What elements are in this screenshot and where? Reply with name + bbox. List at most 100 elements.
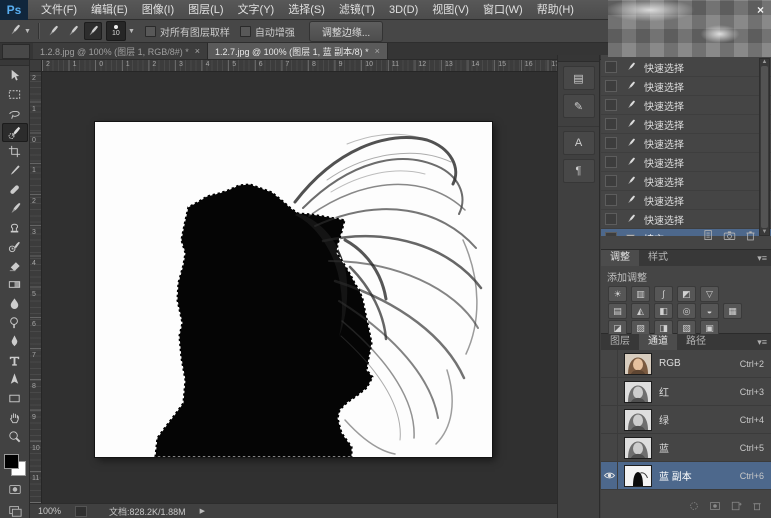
delete-channel-button[interactable] — [751, 499, 763, 517]
exposure-adjustment-button[interactable]: ◩ — [677, 286, 696, 302]
dodge-tool[interactable] — [2, 313, 28, 332]
tab-close-icon[interactable]: × — [195, 46, 200, 56]
history-state-0[interactable]: 快速选择 — [601, 58, 771, 77]
visibility-toggle[interactable] — [601, 462, 618, 489]
history-brush-tool[interactable] — [2, 237, 28, 256]
history-source-checkbox[interactable] — [605, 213, 617, 225]
zoom-tool[interactable] — [2, 427, 28, 446]
scroll-down-icon[interactable]: ▼ — [762, 229, 768, 235]
zoom-level[interactable]: 100% — [38, 506, 61, 516]
menu-item-4[interactable]: 文字(Y) — [231, 0, 282, 20]
clone-stamp-tool[interactable] — [2, 218, 28, 237]
new-snapshot-button[interactable] — [723, 229, 736, 247]
menu-item-0[interactable]: 文件(F) — [34, 0, 84, 20]
menu-item-5[interactable]: 选择(S) — [281, 0, 332, 20]
history-state-7[interactable]: 快速选择 — [601, 191, 771, 210]
history-source-checkbox[interactable] — [605, 175, 617, 187]
hand-tool[interactable] — [2, 408, 28, 427]
document-image[interactable] — [95, 122, 492, 457]
black-white-adjustment-button[interactable]: ◧ — [654, 303, 673, 319]
canvas-viewport[interactable] — [42, 72, 557, 503]
adjustments-tab-other[interactable]: 样式 — [639, 250, 677, 266]
subtract-from-selection-button[interactable] — [84, 22, 102, 40]
dock-grip[interactable] — [558, 55, 599, 62]
menu-item-10[interactable]: 帮助(H) — [530, 0, 581, 20]
levels-adjustment-button[interactable]: ▥ — [631, 286, 650, 302]
history-source-checkbox[interactable] — [605, 232, 617, 236]
auto-enhance-checkbox[interactable]: 自动增强 — [240, 24, 295, 39]
paragraph-panel-icon[interactable]: ¶ — [563, 159, 595, 183]
pen-tool[interactable] — [2, 332, 28, 351]
panel-tab-通道[interactable]: 通道 — [639, 334, 677, 350]
new-selection-button[interactable] — [44, 22, 62, 40]
history-source-checkbox[interactable] — [605, 118, 617, 130]
curves-adjustment-button[interactable]: ∫ — [654, 286, 673, 302]
panel-tab-路径[interactable]: 路径 — [677, 334, 715, 350]
save-selection-as-channel-button[interactable] — [709, 499, 721, 517]
eyedropper-tool[interactable] — [2, 161, 28, 180]
type-tool[interactable] — [2, 351, 28, 370]
lasso-tool[interactable] — [2, 104, 28, 123]
panel-tab-图层[interactable]: 图层 — [601, 334, 639, 350]
history-state-1[interactable]: 快速选择 — [601, 77, 771, 96]
channel-mixer-adjustment-button[interactable]: ◒ — [700, 303, 719, 319]
character-panel-icon[interactable]: A — [563, 131, 595, 155]
brightness-contrast-adjustment-button[interactable]: ☀ — [608, 286, 627, 302]
new-doc-from-state-button[interactable] — [702, 229, 715, 247]
screen-mode-button[interactable] — [2, 502, 28, 518]
crop-tool[interactable] — [2, 142, 28, 161]
ruler-corner[interactable] — [30, 60, 42, 72]
history-source-checkbox[interactable] — [605, 194, 617, 206]
brush-size-widget[interactable]: 10 ▼ — [106, 21, 135, 41]
panel-menu-icon[interactable]: ▾≡ — [757, 337, 767, 348]
load-selection-button[interactable] — [688, 499, 700, 517]
history-scrollbar[interactable]: ▲ ▼ — [759, 58, 770, 236]
history-source-checkbox[interactable] — [605, 99, 617, 111]
history-state-4[interactable]: 快速选择 — [601, 134, 771, 153]
path-selection-tool[interactable] — [2, 370, 28, 389]
visibility-toggle[interactable] — [601, 350, 618, 377]
tab-close-icon[interactable]: × — [375, 46, 380, 56]
delete-state-button[interactable] — [744, 229, 757, 247]
refine-edge-button[interactable]: 调整边缘... — [309, 21, 383, 42]
history-state-8[interactable]: 快速选择 — [601, 210, 771, 229]
add-to-selection-button[interactable] — [64, 22, 82, 40]
visibility-toggle[interactable] — [601, 378, 618, 405]
brush-tool[interactable] — [2, 199, 28, 218]
checkbox-icon[interactable] — [240, 26, 251, 37]
move-tool[interactable] — [2, 66, 28, 85]
gradient-tool[interactable] — [2, 275, 28, 294]
new-channel-button[interactable] — [730, 499, 742, 517]
rectangle-shape-tool[interactable] — [2, 389, 28, 408]
channel-row-1[interactable]: 红Ctrl+3 — [601, 378, 771, 406]
blur-tool[interactable] — [2, 294, 28, 313]
color-lookup-adjustment-button[interactable]: ▦ — [723, 303, 742, 319]
history-state-6[interactable]: 快速选择 — [601, 172, 771, 191]
document-size-info[interactable]: 文档:828.2K/1.88M — [109, 505, 186, 518]
channel-row-2[interactable]: 绿Ctrl+4 — [601, 406, 771, 434]
tool-preset-picker[interactable]: ▼ — [6, 22, 33, 40]
swatches-panel-icon[interactable]: ▤ — [563, 66, 595, 90]
menu-item-9[interactable]: 窗口(W) — [476, 0, 530, 20]
channel-row-0[interactable]: RGBCtrl+2 — [601, 350, 771, 378]
history-state-3[interactable]: 快速选择 — [601, 115, 771, 134]
channel-row-3[interactable]: 蓝Ctrl+5 — [601, 434, 771, 462]
color-balance-adjustment-button[interactable]: ◭ — [631, 303, 650, 319]
brush-presets-panel-icon[interactable]: ✎ — [563, 94, 595, 118]
visibility-toggle[interactable] — [601, 434, 618, 461]
history-source-checkbox[interactable] — [605, 80, 617, 92]
menu-item-3[interactable]: 图层(L) — [181, 0, 230, 20]
checkbox-icon[interactable] — [145, 26, 156, 37]
menu-item-2[interactable]: 图像(I) — [135, 0, 181, 20]
history-source-checkbox[interactable] — [605, 156, 617, 168]
hue-saturation-adjustment-button[interactable]: ▤ — [608, 303, 627, 319]
vibrance-adjustment-button[interactable]: ▽ — [700, 286, 719, 302]
document-tab-1[interactable]: 1.2.8.jpg @ 100% (图层 1, RGB/8#) *× — [33, 43, 208, 59]
panel-menu-icon[interactable]: ▾≡ — [757, 253, 767, 264]
history-state-5[interactable]: 快速选择 — [601, 153, 771, 172]
menu-item-8[interactable]: 视图(V) — [425, 0, 476, 20]
scroll-up-icon[interactable]: ▲ — [762, 59, 768, 65]
photo-filter-adjustment-button[interactable]: ◎ — [677, 303, 696, 319]
status-popup-arrow[interactable]: ▶ — [200, 507, 205, 515]
window-close-icon[interactable]: × — [757, 3, 764, 17]
